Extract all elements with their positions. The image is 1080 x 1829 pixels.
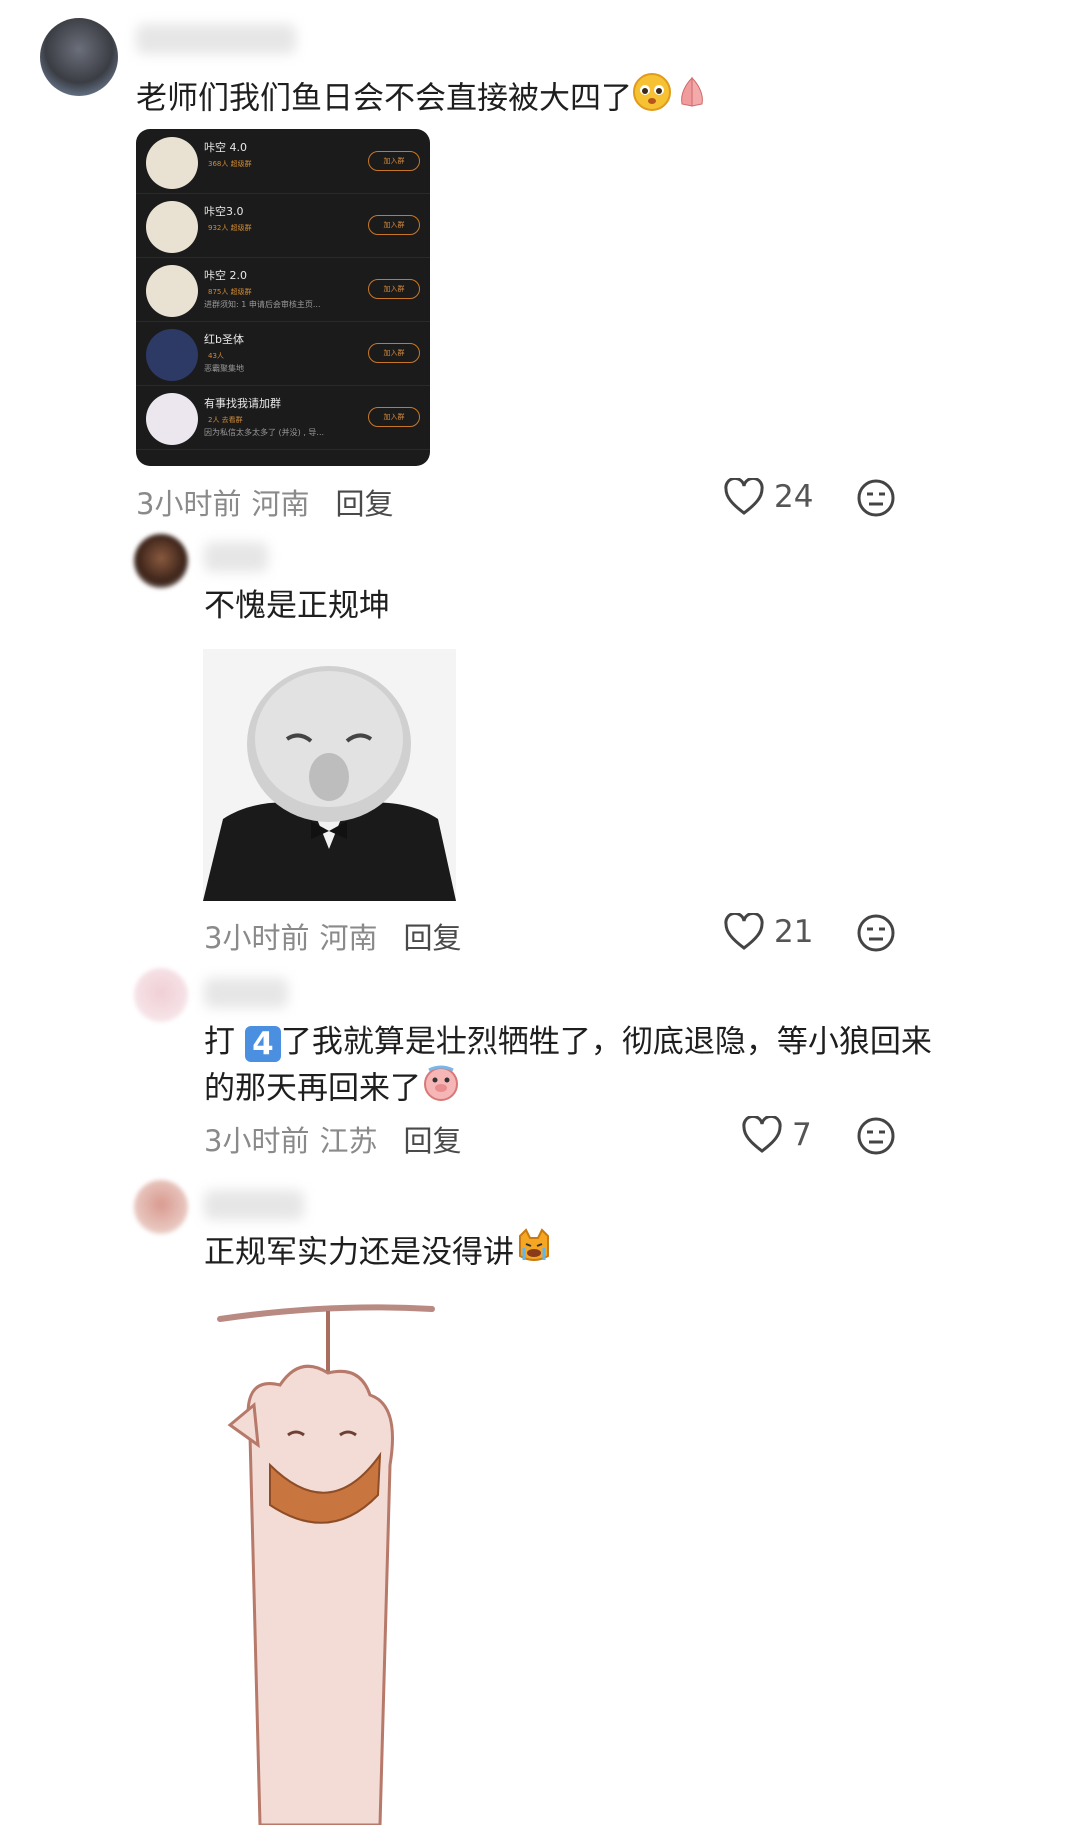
- group-member-count: 875人 超级群: [208, 288, 252, 296]
- like-button[interactable]: 24: [724, 478, 813, 516]
- like-count: 21: [774, 914, 814, 950]
- group-name: 红b圣体: [204, 333, 244, 346]
- timestamp: 3小时前: [136, 487, 242, 521]
- group-avatar: [146, 329, 198, 381]
- group-avatar: [146, 265, 198, 317]
- group-list-screenshot[interactable]: 咔空 4.0 368人 超级群 加入群 咔空3.0 932人 超级群 加入群 咔…: [136, 129, 430, 466]
- expressionless-face-icon[interactable]: [856, 1116, 896, 1160]
- comment-text-line2: 的那天再回来了: [204, 1062, 461, 1118]
- join-group-button: 加入群: [368, 407, 420, 427]
- group-notice: 因为私信太多太多了 (并没) , 导...: [204, 428, 325, 437]
- keycap-4-icon: 4: [244, 1025, 281, 1062]
- comment-text: 老师们我们鱼日会不会直接被大四了: [136, 72, 712, 128]
- pleading-face-icon: [632, 72, 672, 128]
- group-row: 咔空3.0 932人 超级群 加入群: [136, 193, 430, 258]
- group-row: 咔空 2.0 875人 超级群 进群须知: 1 申请后会审核主页... 加入群: [136, 257, 430, 322]
- avatar[interactable]: [134, 534, 188, 588]
- group-name: 咔空 4.0: [204, 141, 247, 154]
- crying-pig-icon: [421, 1062, 461, 1118]
- group-row: 有事找我请加群 2人 去看群 因为私信太多太多了 (并没) , 导... 加入群: [136, 385, 430, 450]
- heart-icon: [742, 1116, 782, 1153]
- crying-cat-icon: [514, 1226, 554, 1282]
- group-row: 咔空 4.0 368人 超级群 加入群: [136, 129, 430, 194]
- like-count: 24: [774, 479, 814, 515]
- region: 河南: [251, 487, 310, 521]
- username-blurred[interactable]: [204, 542, 268, 572]
- group-member-count: 932人 超级群: [208, 224, 252, 232]
- group-name: 咔空3.0: [204, 205, 244, 218]
- comment-text: 不愧是正规坤: [204, 588, 390, 624]
- group-notice: 进群须知: 1 申请后会审核主页...: [204, 300, 321, 309]
- username-blurred[interactable]: [204, 1190, 304, 1220]
- group-member-count: 2人 去看群: [208, 416, 243, 424]
- avatar[interactable]: [40, 18, 118, 96]
- group-avatar: [146, 137, 198, 189]
- region: 江苏: [319, 1124, 378, 1158]
- group-avatar: [146, 393, 198, 445]
- meme-image-baby[interactable]: [203, 649, 456, 901]
- username-blurred[interactable]: [204, 978, 288, 1008]
- expressionless-face-icon[interactable]: [856, 478, 896, 522]
- avatar[interactable]: [134, 1180, 188, 1234]
- comment-meta: 3小时前 江苏 回复: [204, 1118, 461, 1160]
- expressionless-face-icon[interactable]: [856, 913, 896, 957]
- reply-button[interactable]: 回复: [403, 921, 461, 955]
- like-button[interactable]: 7: [742, 1116, 812, 1154]
- timestamp: 3小时前: [204, 921, 310, 955]
- comment-text: 打 4 了我就算是壮烈牺牲了，彻底退隐，等小狼回来: [204, 1024, 932, 1062]
- group-member-count: 43人: [208, 352, 224, 360]
- join-group-button: 加入群: [368, 343, 420, 363]
- group-name: 咔空 2.0: [204, 269, 247, 282]
- timestamp: 3小时前: [204, 1124, 310, 1158]
- reply-button[interactable]: 回复: [335, 487, 393, 521]
- region: 河南: [319, 921, 378, 955]
- like-count: 7: [792, 1117, 812, 1153]
- group-member-count: 368人 超级群: [208, 160, 252, 168]
- avatar[interactable]: [134, 968, 188, 1022]
- group-name: 有事找我请加群: [204, 397, 281, 410]
- sticker-image-propeller-cat[interactable]: [210, 1295, 450, 1827]
- comment-meta: 3小时前 河南 回复: [204, 915, 461, 957]
- username-blurred[interactable]: [136, 24, 296, 54]
- comment-meta: 3小时前 河南 回复: [136, 481, 393, 523]
- group-notice: 恶霸聚集地: [204, 364, 244, 373]
- praying-hands-icon: [672, 72, 712, 128]
- like-button[interactable]: 21: [724, 913, 813, 951]
- reply-button[interactable]: 回复: [403, 1124, 461, 1158]
- group-avatar: [146, 201, 198, 253]
- comment-text: 正规军实力还是没得讲: [204, 1226, 554, 1282]
- join-group-button: 加入群: [368, 151, 420, 171]
- group-row: 红b圣体 43人 恶霸聚集地 加入群: [136, 321, 430, 386]
- join-group-button: 加入群: [368, 279, 420, 299]
- join-group-button: 加入群: [368, 215, 420, 235]
- heart-icon: [724, 913, 764, 950]
- heart-icon: [724, 478, 764, 515]
